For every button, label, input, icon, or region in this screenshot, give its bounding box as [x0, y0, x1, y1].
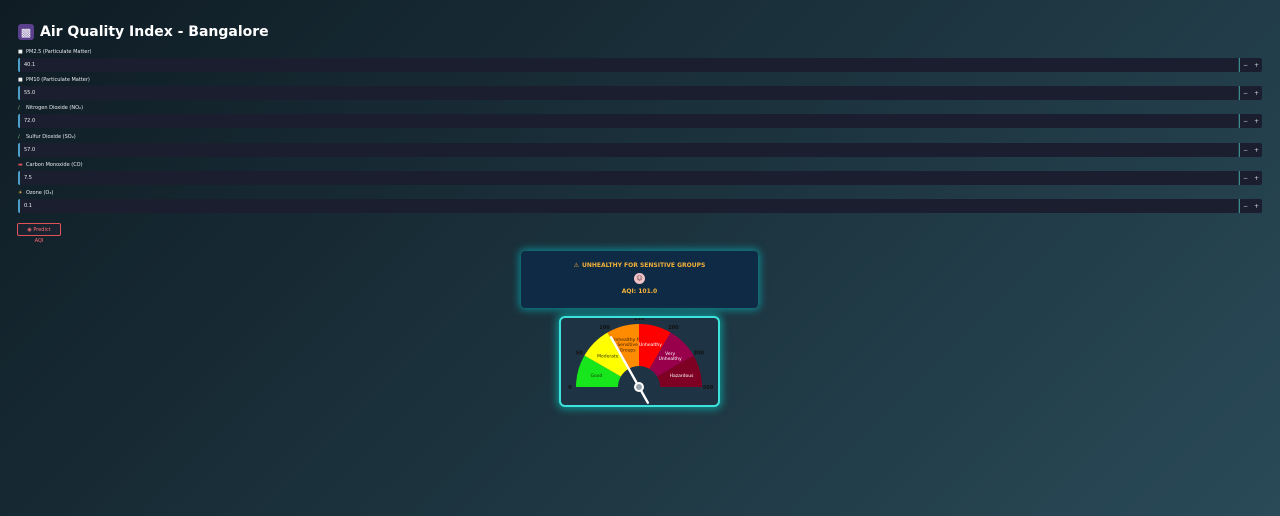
- increment-button[interactable]: +: [1254, 175, 1259, 182]
- page-header: ▩ Air Quality Index - Bangalore: [18, 24, 269, 40]
- decrement-button[interactable]: −: [1243, 90, 1248, 97]
- stepper: − +: [1239, 58, 1262, 72]
- number-input[interactable]: 72.0: [18, 114, 1238, 128]
- pollutant-field: ∕ Sulfur Dioxide (SO₂) 57.0− +: [18, 133, 1262, 157]
- result-status: ⚠ UNHEALTHY FOR SENSITIVE GROUPS: [521, 262, 758, 269]
- gauge-band-label: Hazardous: [670, 373, 694, 379]
- field-label: ▬ Carbon Monoxide (CO): [18, 161, 1262, 169]
- field-label: ■ PM10 (Particulate Matter): [18, 76, 1262, 84]
- pollutant-field: ▬ Carbon Monoxide (CO) 7.5− +: [18, 161, 1262, 185]
- field-label-text: Nitrogen Dioxide (NO₂): [26, 104, 84, 111]
- result-status-text: UNHEALTHY FOR SENSITIVE GROUPS: [582, 262, 706, 269]
- field-label: ∕ Sulfur Dioxide (SO₂): [18, 133, 1262, 141]
- field-label: ■ PM2.5 (Particulate Matter): [18, 48, 1262, 56]
- test-tube-icon: ∕: [18, 133, 20, 140]
- stepper: − +: [1239, 171, 1262, 185]
- pollutant-field: ☀ Ozone (O₃) 0.1− +: [18, 189, 1262, 213]
- gauge-tick-label: 300: [694, 350, 705, 356]
- increment-button[interactable]: +: [1254, 147, 1259, 154]
- aqi-gauge-card: Good Moderate Unhealthy for Sensitive Groups…: [559, 316, 720, 407]
- increment-button[interactable]: +: [1254, 118, 1259, 125]
- pollutant-field: ■ PM10 (Particulate Matter) 55.0− +: [18, 76, 1262, 100]
- gauge-tick-label: 200: [668, 325, 679, 331]
- decrement-button[interactable]: −: [1243, 62, 1248, 69]
- gauge-hub-center: [636, 384, 642, 390]
- increment-button[interactable]: +: [1254, 90, 1259, 97]
- gauge-tick-label: 0: [568, 385, 572, 391]
- field-label-text: Ozone (O₃): [26, 189, 54, 196]
- mask-icon: ◉: [27, 227, 32, 233]
- field-label-text: PM2.5 (Particulate Matter): [26, 48, 92, 55]
- field-label: ☀ Ozone (O₃): [18, 189, 1262, 197]
- increment-button[interactable]: +: [1254, 203, 1259, 210]
- field-label: ∕ Nitrogen Dioxide (NO₂): [18, 104, 1262, 112]
- gauge-tick-label: 500: [703, 385, 714, 391]
- decrement-button[interactable]: −: [1243, 203, 1248, 210]
- predict-aqi-label: Predict AQI: [33, 227, 51, 244]
- field-label-text: Sulfur Dioxide (SO₂): [26, 133, 76, 140]
- sun-cloud-icon: ☀: [18, 189, 23, 196]
- decrement-button[interactable]: −: [1243, 147, 1248, 154]
- stepper: − +: [1239, 114, 1262, 128]
- decrement-button[interactable]: −: [1243, 118, 1248, 125]
- sick-face-icon: ☺: [634, 273, 645, 284]
- white-square-icon: ■: [18, 48, 23, 55]
- gauge-tick-label: 150: [634, 318, 645, 322]
- predict-aqi-button[interactable]: ◉ Predict AQI: [17, 223, 61, 244]
- car-icon: ▬: [18, 161, 23, 168]
- gauge-band-label: Moderate: [597, 353, 619, 359]
- stepper: − +: [1239, 143, 1262, 157]
- pollutant-field: ■ PM2.5 (Particulate Matter) 40.1− +: [18, 48, 1262, 72]
- gauge-tick-label: 100: [599, 325, 610, 331]
- page-title: Air Quality Index - Bangalore: [40, 24, 269, 40]
- test-tube-icon: ∕: [18, 104, 20, 111]
- stepper: − +: [1239, 86, 1262, 100]
- aqi-value-text: AQI: 101.0: [621, 288, 658, 295]
- gauge-band-label: Unhealthy: [639, 342, 662, 348]
- number-input[interactable]: 55.0: [18, 86, 1238, 100]
- cityscape-icon: ▩: [18, 24, 34, 40]
- warning-icon: ⚠: [573, 262, 580, 269]
- white-square-icon: ■: [18, 76, 23, 83]
- aqi-result-card: ⚠ UNHEALTHY FOR SENSITIVE GROUPS ☺ AQI: …: [521, 251, 758, 308]
- number-input[interactable]: 40.1: [18, 58, 1238, 72]
- gauge-band-label: Good: [591, 373, 603, 379]
- increment-button[interactable]: +: [1254, 62, 1259, 69]
- decrement-button[interactable]: −: [1243, 175, 1248, 182]
- field-label-text: Carbon Monoxide (CO): [26, 161, 83, 168]
- number-input[interactable]: 7.5: [18, 171, 1238, 185]
- stepper: − +: [1239, 199, 1262, 213]
- pollutant-field: ∕ Nitrogen Dioxide (NO₂) 72.0− +: [18, 104, 1262, 128]
- field-label-text: PM10 (Particulate Matter): [26, 76, 90, 83]
- number-input[interactable]: 57.0: [18, 143, 1238, 157]
- aqi-gauge: GoodModerateUnhealthy for Sensitive Groups…: [568, 318, 714, 404]
- number-input[interactable]: 0.1: [18, 199, 1238, 213]
- gauge-tick-label: 50: [576, 350, 583, 356]
